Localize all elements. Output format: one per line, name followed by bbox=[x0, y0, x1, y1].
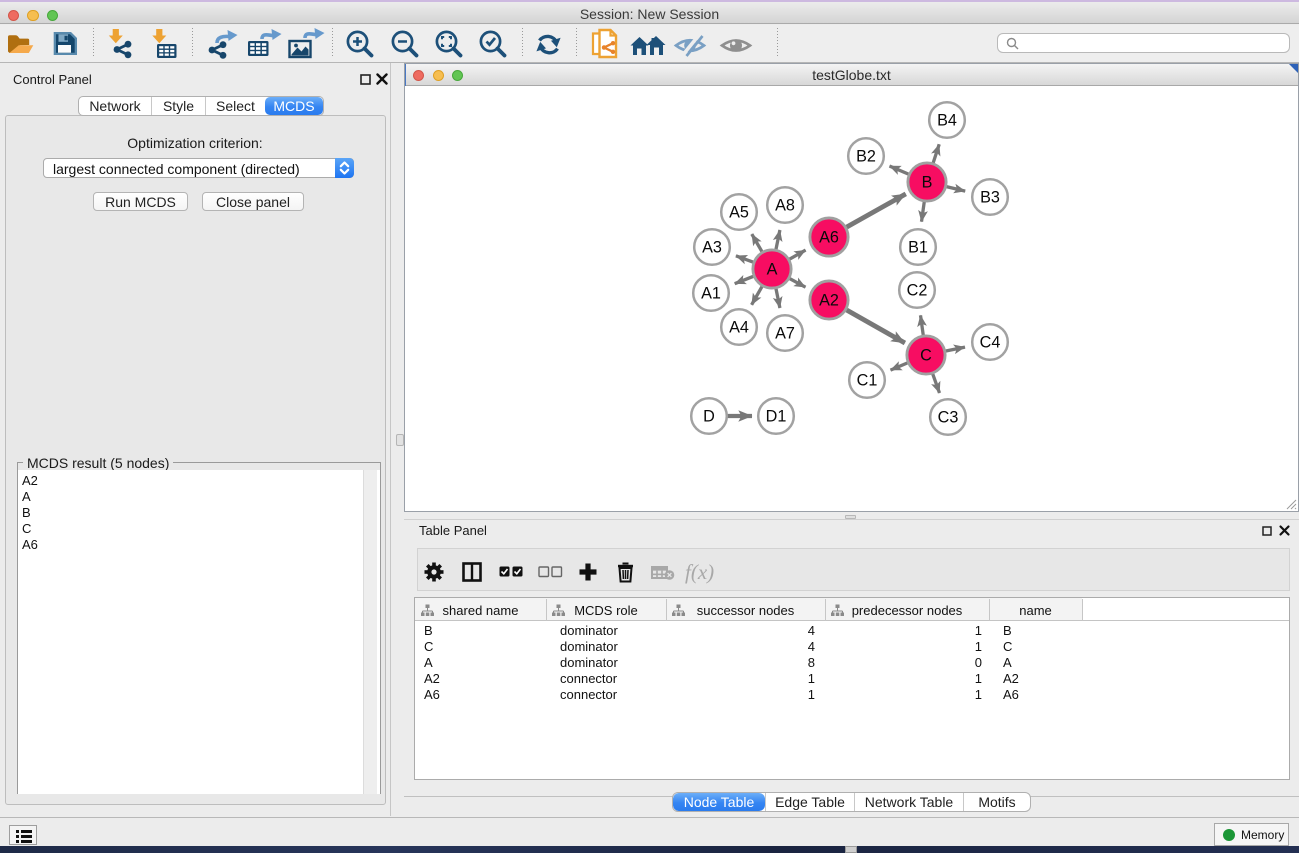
svg-text:B4: B4 bbox=[937, 112, 957, 130]
svg-text:C: C bbox=[920, 347, 932, 365]
svg-text:A: A bbox=[767, 261, 778, 279]
svg-text:B1: B1 bbox=[908, 239, 928, 257]
svg-text:A6: A6 bbox=[819, 229, 839, 247]
svg-text:A2: A2 bbox=[819, 292, 839, 310]
svg-text:A5: A5 bbox=[729, 204, 749, 222]
svg-text:A3: A3 bbox=[702, 239, 722, 257]
svg-text:C4: C4 bbox=[980, 334, 1001, 352]
svg-text:B3: B3 bbox=[980, 189, 1000, 207]
svg-text:D1: D1 bbox=[766, 408, 787, 426]
svg-text:A8: A8 bbox=[775, 197, 795, 215]
svg-text:D: D bbox=[703, 408, 715, 426]
svg-text:C2: C2 bbox=[907, 282, 928, 300]
svg-text:B2: B2 bbox=[856, 148, 876, 166]
svg-text:A7: A7 bbox=[775, 325, 795, 343]
svg-text:A1: A1 bbox=[701, 285, 721, 303]
svg-text:B: B bbox=[922, 174, 933, 192]
svg-text:A4: A4 bbox=[729, 319, 749, 337]
svg-text:C1: C1 bbox=[857, 372, 878, 390]
svg-text:C3: C3 bbox=[938, 409, 959, 427]
